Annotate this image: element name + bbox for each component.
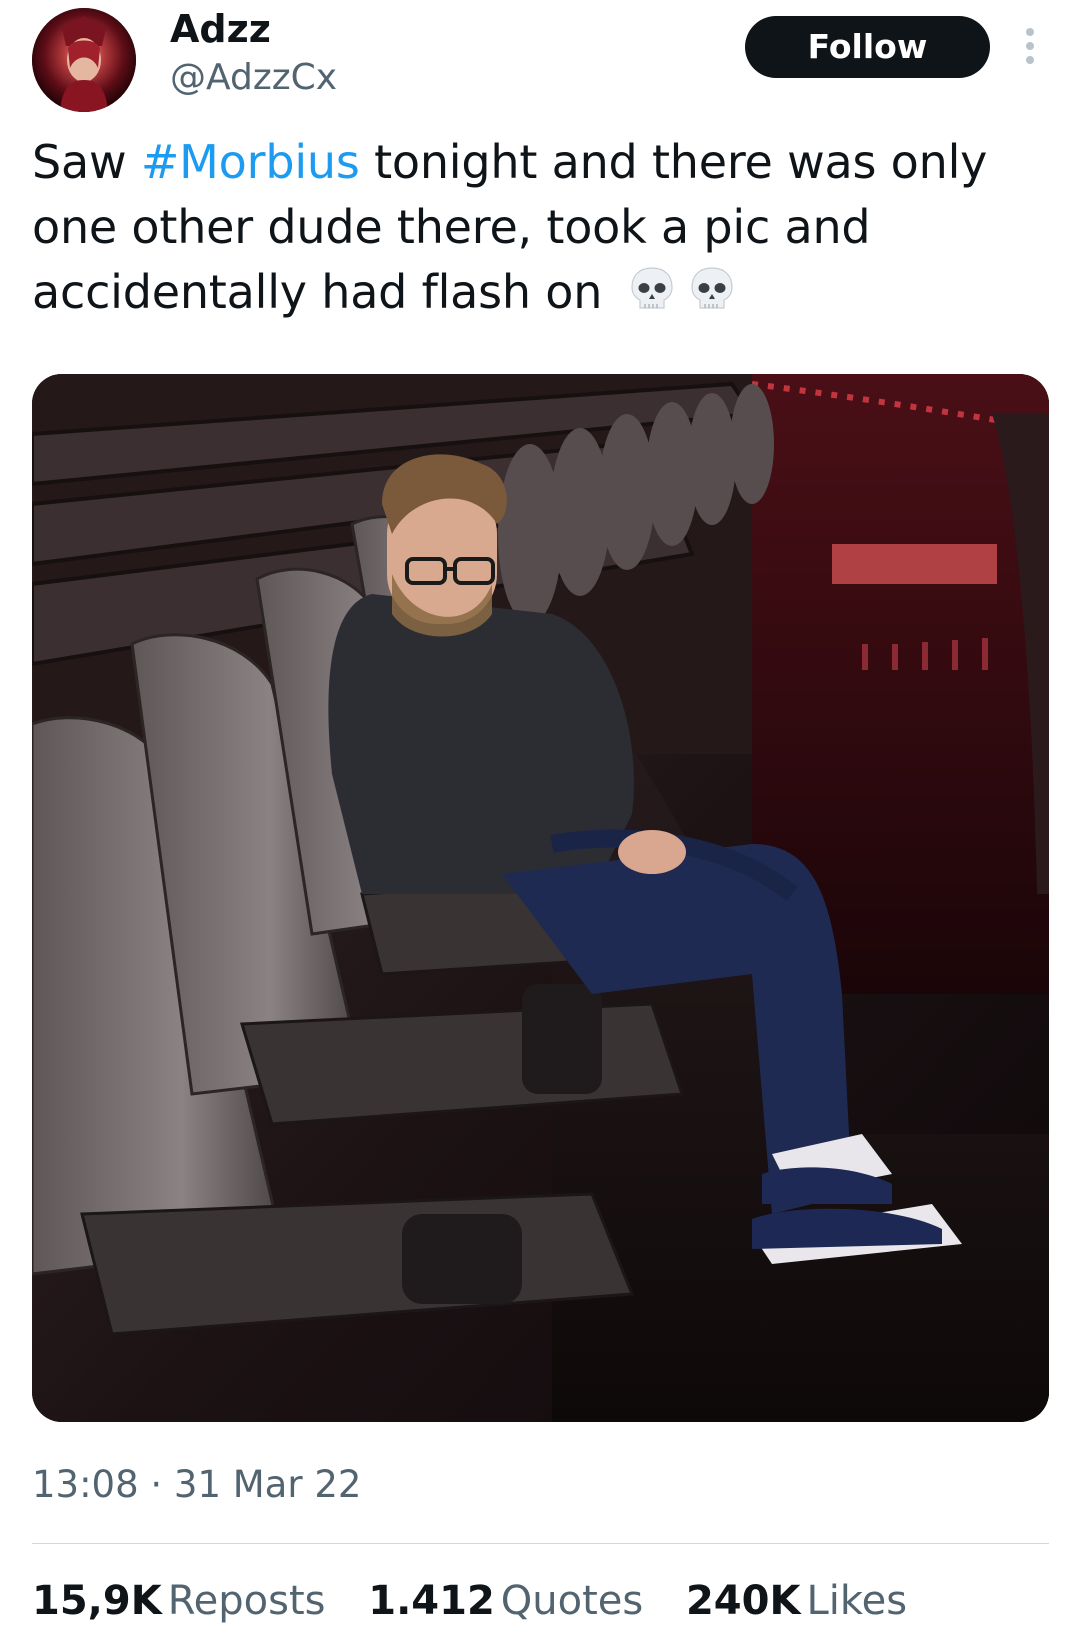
quotes-count: 1.412: [368, 1578, 495, 1624]
skull-icon: [631, 267, 673, 309]
skull-icon: [691, 267, 733, 309]
tweet-text-start: Saw: [32, 135, 141, 189]
quotes-label: Quotes: [500, 1578, 644, 1624]
likes-count: 240K: [685, 1578, 801, 1624]
engagement-stats: 15,9K Reposts 1.412 Quotes 240K Likes: [32, 1576, 937, 1626]
tweet-header: Adzz @AdzzCx Follow: [0, 0, 1080, 120]
likes-label: Likes: [806, 1578, 908, 1624]
tweet-photo[interactable]: [32, 374, 1049, 1422]
reposts-label: Reposts: [167, 1578, 326, 1624]
divider: [32, 1543, 1049, 1544]
photo-cinema-scene: [32, 374, 1049, 1422]
reposts-count: 15,9K: [32, 1578, 162, 1624]
hashtag-link[interactable]: #Morbius: [141, 135, 360, 189]
likes-stat[interactable]: 240K Likes: [686, 1576, 907, 1626]
author-handle[interactable]: @AdzzCx: [170, 56, 337, 100]
tweet-text: Saw #Morbius tonight and there was only …: [32, 130, 1042, 325]
author-avatar[interactable]: [32, 8, 136, 112]
quotes-stat[interactable]: 1.412 Quotes: [368, 1576, 643, 1626]
author-display-name[interactable]: Adzz: [170, 6, 271, 52]
follow-button[interactable]: Follow: [745, 16, 990, 78]
more-vertical-icon[interactable]: [1018, 26, 1042, 66]
tweet-timestamp[interactable]: 13:08 · 31 Mar 22: [32, 1462, 361, 1508]
reposts-stat[interactable]: 15,9K Reposts: [32, 1576, 326, 1626]
